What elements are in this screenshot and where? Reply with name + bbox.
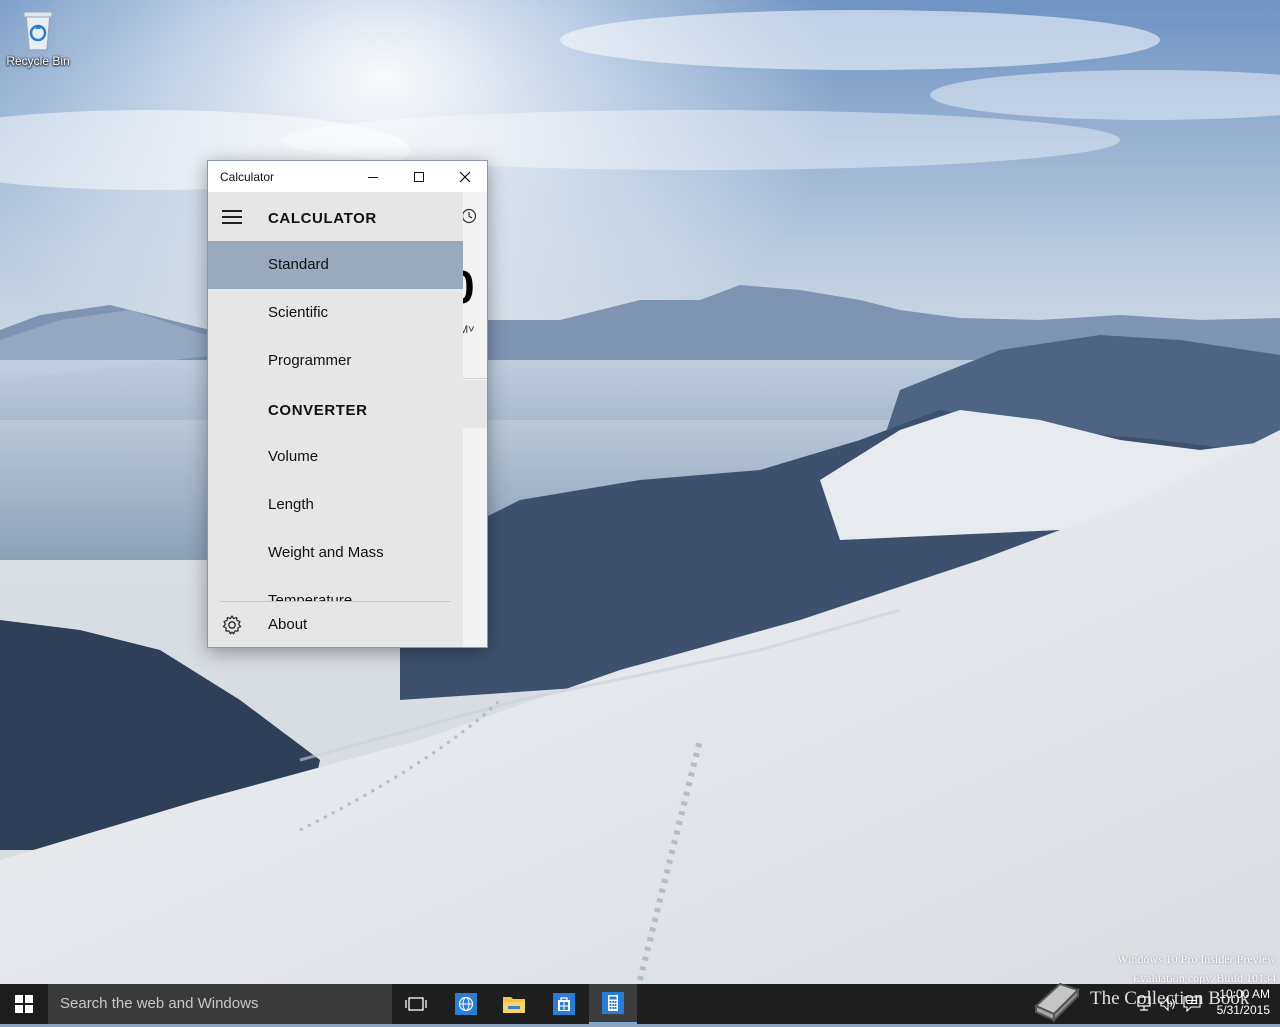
store-icon — [553, 993, 575, 1015]
recycle-bin-shortcut[interactable]: Recycle Bin — [4, 8, 72, 68]
calculator-section-header: CALCULATOR — [268, 210, 377, 227]
calc-key[interactable] — [463, 380, 487, 428]
start-button[interactable] — [0, 984, 48, 1024]
book-logo-icon — [1030, 976, 1082, 1023]
nav-item-scientific[interactable]: Scientific — [208, 289, 463, 337]
recycle-bin-icon — [18, 8, 58, 52]
minimize-icon — [368, 176, 378, 178]
task-view-icon — [405, 997, 427, 1011]
nav-item-about[interactable]: About — [268, 616, 307, 633]
navigation-pane: CALCULATOR Standard Scientific Programme… — [208, 192, 463, 647]
nav-item-length[interactable]: Length — [208, 481, 463, 529]
edge-button[interactable] — [442, 984, 490, 1024]
file-explorer-button[interactable] — [490, 984, 538, 1024]
search-box[interactable]: Search the web and Windows — [48, 984, 392, 1024]
calculator-icon — [602, 992, 624, 1014]
file-explorer-icon — [503, 997, 525, 1013]
calculator-window[interactable]: Calculator 0 M˅ CALCULATOR Standard Scie… — [207, 160, 488, 648]
title-bar[interactable]: Calculator — [208, 161, 487, 192]
pane-divider — [220, 601, 451, 602]
close-icon — [459, 171, 471, 182]
nav-item-standard[interactable]: Standard — [208, 241, 463, 289]
nav-item-volume[interactable]: Volume — [208, 433, 463, 481]
task-view-button[interactable] — [392, 984, 440, 1024]
divider — [463, 378, 487, 379]
watermark-line1: Windows 10 Pro Insider Preview — [1117, 952, 1276, 966]
brand-watermark: The Collection Book — [1090, 988, 1250, 1009]
nav-item-weight-and-mass[interactable]: Weight and Mass — [208, 529, 463, 577]
hamburger-menu-icon[interactable] — [222, 210, 242, 224]
history-icon[interactable] — [463, 208, 477, 229]
minimize-button[interactable] — [350, 161, 396, 192]
converter-section-header: CONVERTER — [268, 402, 368, 419]
recycle-bin-label: Recycle Bin — [6, 54, 70, 68]
window-title: Calculator — [220, 170, 275, 184]
taskbar: Search the web and Windows 10:00 AM 5/31… — [0, 984, 1280, 1024]
calculator-body-behind: 0 M˅ — [463, 192, 487, 647]
store-button[interactable] — [540, 984, 588, 1024]
nav-item-programmer[interactable]: Programmer — [208, 337, 463, 385]
edge-icon — [455, 993, 477, 1015]
desktop-wallpaper — [0, 0, 1280, 984]
result-display: 0 — [463, 260, 475, 314]
gear-icon[interactable] — [221, 614, 243, 636]
maximize-icon — [414, 171, 424, 182]
maximize-button[interactable] — [396, 161, 442, 192]
windows-logo-icon — [15, 995, 33, 1013]
build-watermark: Windows 10 Pro Insider Preview Evaluatio… — [1117, 950, 1276, 988]
close-button[interactable] — [442, 161, 488, 192]
nav-item-temperature[interactable]: Temperature — [268, 592, 352, 601]
memory-hint[interactable]: M˅ — [463, 324, 475, 336]
calculator-taskbar-button[interactable] — [589, 984, 637, 1024]
